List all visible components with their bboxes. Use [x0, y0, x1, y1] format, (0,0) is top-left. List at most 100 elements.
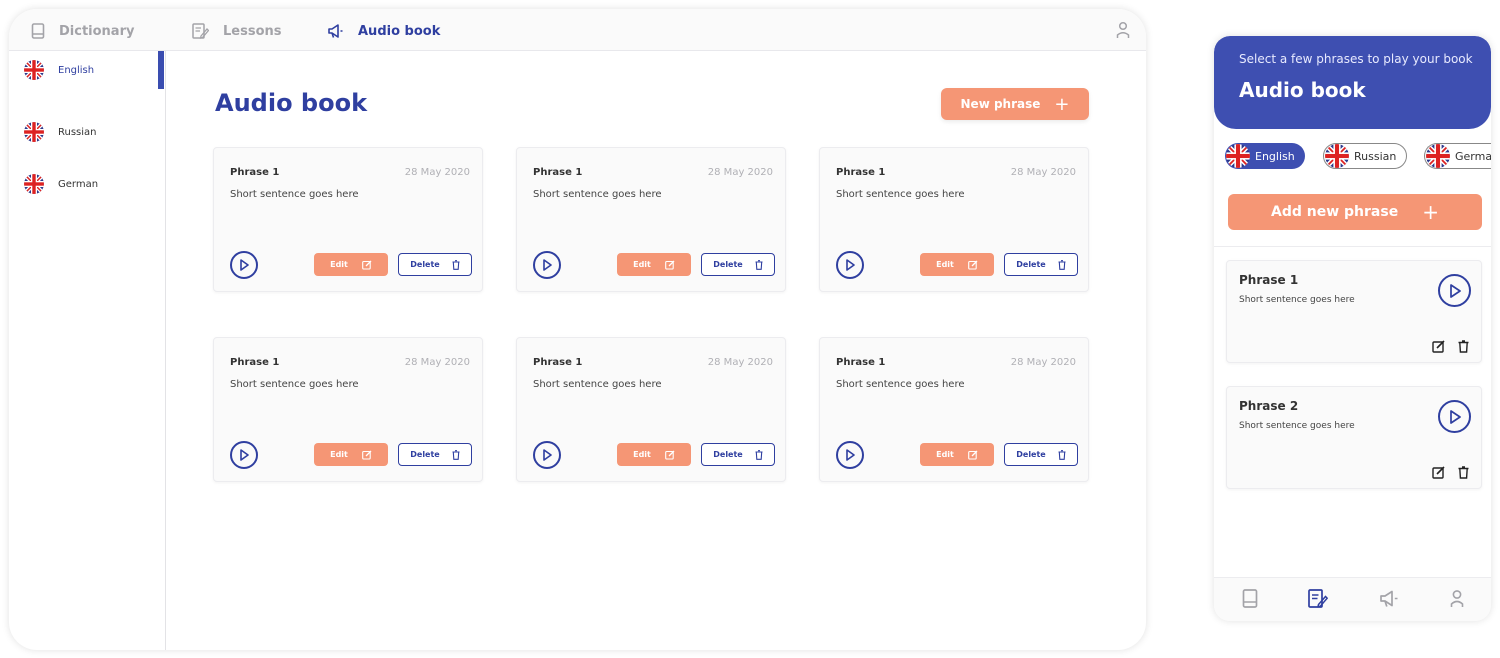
trash-icon: [755, 259, 763, 270]
edit-icon[interactable]: [1432, 466, 1445, 479]
chip-german[interactable]: Germa: [1424, 143, 1491, 169]
nav-dictionary[interactable]: Dictionary: [31, 21, 134, 41]
megaphone-icon[interactable]: [1379, 589, 1399, 608]
phrase-card: Phrase 1 28 May 2020 Short sentence goes…: [819, 147, 1089, 292]
play-button[interactable]: [1438, 400, 1471, 433]
sidebar-item-label: English: [58, 64, 95, 76]
chip-english[interactable]: English: [1225, 143, 1305, 169]
edit-button[interactable]: Edit: [314, 443, 388, 466]
phrase-card: Phrase 1 28 May 2020 Short sentence goes…: [516, 147, 786, 292]
delete-label: Delete: [1016, 260, 1046, 269]
uk-flag-icon: [1226, 144, 1250, 168]
edit-button[interactable]: Edit: [617, 443, 691, 466]
nav-audio-book[interactable]: Audio book: [327, 21, 440, 41]
delete-button[interactable]: Delete: [398, 253, 472, 276]
sidebar-item-german[interactable]: German: [24, 173, 98, 195]
edit-button[interactable]: Edit: [920, 443, 994, 466]
plus-icon: +: [1054, 93, 1070, 115]
delete-label: Delete: [713, 450, 743, 459]
new-phrase-button[interactable]: New phrase +: [941, 88, 1089, 120]
chip-russian[interactable]: Russian: [1323, 143, 1408, 169]
edit-note-icon: [192, 23, 209, 39]
add-new-phrase-button[interactable]: Add new phrase +: [1228, 194, 1482, 230]
user-icon[interactable]: [1450, 589, 1464, 608]
trash-icon: [1058, 259, 1066, 270]
phrase-card: Phrase 1 28 May 2020 Short sentence goes…: [819, 337, 1089, 482]
chip-label: English: [1255, 149, 1295, 163]
play-icon: [543, 259, 552, 271]
phrase-card: Phrase 1 28 May 2020 Short sentence goes…: [213, 147, 483, 292]
card-title: Phrase 2: [1239, 399, 1299, 413]
nav-audio-book-label: Audio book: [358, 23, 441, 39]
play-button[interactable]: [533, 441, 561, 469]
sidebar-item-russian[interactable]: Russian: [24, 121, 97, 143]
edit-label: Edit: [633, 260, 651, 269]
mobile-screen: Select a few phrases to play your book A…: [1214, 36, 1491, 621]
play-button[interactable]: [230, 441, 258, 469]
play-button[interactable]: [230, 251, 258, 279]
play-icon: [543, 449, 552, 461]
mobile-phrase-card: Phrase 2 Short sentence goes here: [1226, 386, 1482, 489]
play-button[interactable]: [836, 441, 864, 469]
edit-button[interactable]: Edit: [920, 253, 994, 276]
play-icon: [846, 259, 855, 271]
card-text: Short sentence goes here: [836, 189, 965, 200]
edit-button[interactable]: Edit: [314, 253, 388, 276]
edit-icon: [968, 260, 978, 270]
new-phrase-label: New phrase: [960, 97, 1041, 111]
mobile-subtitle: Select a few phrases to play your book: [1239, 52, 1473, 66]
plus-icon: +: [1422, 200, 1439, 224]
sidebar-item-label: Russian: [58, 126, 97, 138]
uk-flag-icon: [1325, 144, 1349, 168]
card-text: Short sentence goes here: [230, 189, 359, 200]
trash-icon[interactable]: [1458, 340, 1469, 353]
chip-label: Germa: [1455, 149, 1491, 163]
edit-icon: [362, 450, 372, 460]
book-icon[interactable]: [1242, 589, 1258, 608]
delete-button[interactable]: Delete: [701, 253, 775, 276]
nav-lessons[interactable]: Lessons: [192, 21, 282, 41]
play-icon: [846, 449, 855, 461]
delete-button[interactable]: Delete: [398, 443, 472, 466]
play-icon: [240, 259, 249, 271]
play-icon: [1449, 409, 1461, 424]
sidebar-item-label: German: [58, 178, 99, 190]
divider: [1214, 246, 1491, 247]
edit-icon[interactable]: [1432, 340, 1445, 353]
card-title: Phrase 1: [1239, 273, 1299, 287]
card-text: Short sentence goes here: [1239, 421, 1355, 431]
edit-label: Edit: [936, 450, 954, 459]
top-navigation: Dictionary Lessons Audio book: [9, 9, 1146, 51]
play-icon: [1449, 283, 1461, 298]
play-button[interactable]: [533, 251, 561, 279]
phrase-card: Phrase 1 28 May 2020 Short sentence goes…: [213, 337, 483, 482]
card-text: Short sentence goes here: [533, 189, 662, 200]
trash-icon[interactable]: [1458, 466, 1469, 479]
play-button[interactable]: [836, 251, 864, 279]
delete-button[interactable]: Delete: [701, 443, 775, 466]
card-text: Short sentence goes here: [533, 379, 662, 390]
sidebar-item-english[interactable]: English: [24, 59, 94, 81]
card-date: 28 May 2020: [707, 357, 773, 368]
delete-label: Delete: [713, 260, 743, 269]
uk-flag-icon: [24, 174, 44, 194]
card-date: 28 May 2020: [404, 167, 470, 178]
edit-icon: [665, 260, 675, 270]
card-date: 28 May 2020: [707, 167, 773, 178]
edit-icon: [968, 450, 978, 460]
card-title: Phrase 1: [533, 357, 583, 368]
edit-button[interactable]: Edit: [617, 253, 691, 276]
delete-button[interactable]: Delete: [1004, 443, 1078, 466]
user-icon[interactable]: [1116, 21, 1130, 43]
trash-icon: [452, 259, 460, 270]
delete-label: Delete: [410, 260, 440, 269]
delete-button[interactable]: Delete: [1004, 253, 1078, 276]
megaphone-icon: [328, 24, 343, 38]
language-sidebar: English Russian German: [9, 51, 166, 650]
edit-note-icon[interactable]: [1308, 589, 1328, 608]
play-button[interactable]: [1438, 274, 1471, 307]
trash-icon: [1058, 449, 1066, 460]
uk-flag-icon: [24, 122, 44, 142]
mobile-title: Audio book: [1239, 78, 1366, 102]
book-icon: [31, 23, 45, 39]
